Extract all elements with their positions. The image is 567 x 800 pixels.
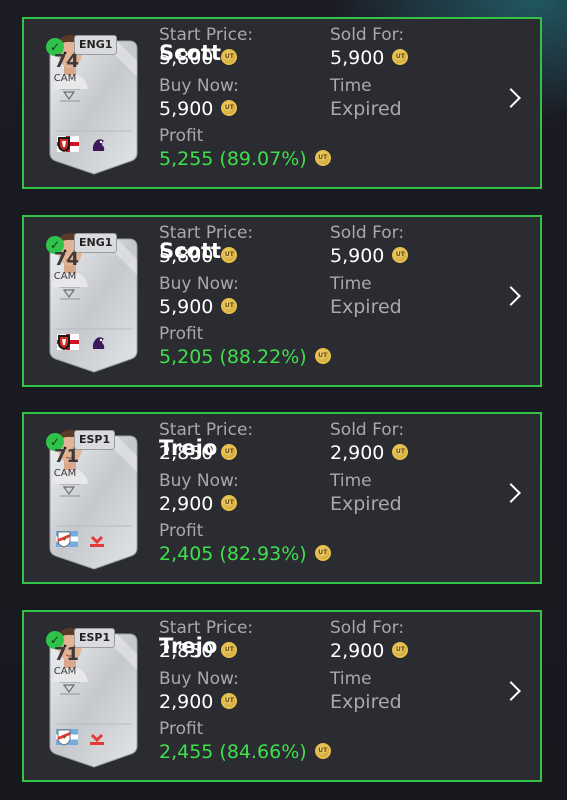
premier-league-icon xyxy=(90,136,108,152)
transfer-row[interactable]: ✓ ENG1 74 CAM Scott Start Price: 5,800 U… xyxy=(22,17,542,189)
coin-icon: UT xyxy=(314,742,331,759)
profit-label: Profit xyxy=(159,126,204,146)
chevron-right-icon[interactable] xyxy=(501,681,521,701)
coin-icon: UT xyxy=(221,99,238,116)
coin-icon: UT xyxy=(392,641,409,658)
player-position: CAM xyxy=(53,73,77,84)
rayo-vallecano-badge xyxy=(57,530,132,548)
player-name: Trejo xyxy=(159,436,218,460)
player-position: CAM xyxy=(53,468,77,479)
transfer-row[interactable]: ✓ ENG1 74 CAM Scott Start Price: 5,800 U… xyxy=(22,215,542,387)
league-badge: ENG1 xyxy=(74,233,118,253)
chevron-right-icon[interactable] xyxy=(501,88,521,108)
buy-now-label: Buy Now: xyxy=(159,471,239,491)
profit-value: 2,455 (84.66%) UT xyxy=(159,741,331,763)
profit-label: Profit xyxy=(159,324,204,344)
coin-icon: UT xyxy=(221,48,238,65)
player-card: ✓ ENG1 74 CAM xyxy=(46,31,141,176)
buy-now-label: Buy Now: xyxy=(159,669,239,689)
profit-label: Profit xyxy=(159,719,204,739)
transfer-row[interactable]: ✓ ESP1 71 CAM Trejo Start Price: 2,850 U… xyxy=(22,610,542,782)
player-card: ✓ ESP1 71 CAM xyxy=(46,624,141,769)
coin-icon: UT xyxy=(221,494,238,511)
player-rating: 74 xyxy=(54,249,80,270)
sold-for-value: 2,900 UT xyxy=(330,640,409,662)
coin-icon: UT xyxy=(392,443,409,460)
player-name: Trejo xyxy=(159,634,218,658)
rayo-vallecano-badge xyxy=(57,728,132,746)
bournemouth-badge xyxy=(58,333,134,351)
coin-icon: UT xyxy=(221,246,238,263)
player-position: CAM xyxy=(53,666,77,677)
coin-icon: UT xyxy=(314,149,331,166)
buy-now-value: 5,900 UT xyxy=(159,296,238,318)
player-name: Scott xyxy=(159,41,222,65)
player-name: Scott xyxy=(159,239,222,263)
time-label: Time xyxy=(330,669,372,689)
sold-for-label: Sold For: xyxy=(330,618,405,638)
coin-icon: UT xyxy=(221,297,238,314)
coin-icon: UT xyxy=(221,641,238,658)
coin-icon: UT xyxy=(314,544,331,561)
sold-for-value: 5,900 UT xyxy=(330,245,409,267)
league-badge: ESP1 xyxy=(74,430,116,450)
coin-icon: UT xyxy=(392,48,409,65)
buy-now-label: Buy Now: xyxy=(159,274,239,294)
sold-for-value: 2,900 UT xyxy=(330,442,409,464)
player-rating: 71 xyxy=(54,644,80,665)
chevron-right-icon[interactable] xyxy=(501,286,521,306)
premier-league-icon xyxy=(90,334,108,350)
buy-now-value: 5,900 UT xyxy=(159,98,238,120)
sold-for-label: Sold For: xyxy=(330,223,405,243)
coin-icon: UT xyxy=(221,443,238,460)
laliga-icon xyxy=(88,729,106,745)
profit-value: 5,255 (89.07%) UT xyxy=(159,148,331,170)
sold-for-label: Sold For: xyxy=(330,25,405,45)
time-value: Expired xyxy=(330,296,402,318)
league-badge: ESP1 xyxy=(74,628,116,648)
coin-icon: UT xyxy=(221,692,238,709)
transfer-row[interactable]: ✓ ESP1 71 CAM Trejo Start Price: 2,850 U… xyxy=(22,412,542,584)
bournemouth-badge xyxy=(58,135,134,153)
player-position: CAM xyxy=(53,271,77,282)
buy-now-label: Buy Now: xyxy=(159,76,239,96)
player-rating: 71 xyxy=(54,446,80,467)
profit-value: 5,205 (88.22%) UT xyxy=(159,346,331,368)
time-label: Time xyxy=(330,471,372,491)
sold-for-label: Sold For: xyxy=(330,420,405,440)
laliga-icon xyxy=(88,531,106,547)
time-label: Time xyxy=(330,274,372,294)
league-badge: ENG1 xyxy=(74,35,118,55)
time-value: Expired xyxy=(330,691,402,713)
coin-icon: UT xyxy=(314,347,331,364)
chevron-right-icon[interactable] xyxy=(501,483,521,503)
time-label: Time xyxy=(330,76,372,96)
time-value: Expired xyxy=(330,493,402,515)
profit-label: Profit xyxy=(159,521,204,541)
sold-for-value: 5,900 UT xyxy=(330,47,409,69)
time-value: Expired xyxy=(330,98,402,120)
player-card: ✓ ENG1 74 CAM xyxy=(46,229,141,374)
buy-now-value: 2,900 UT xyxy=(159,493,238,515)
player-rating: 74 xyxy=(54,51,80,72)
profit-value: 2,405 (82.93%) UT xyxy=(159,543,331,565)
buy-now-value: 2,900 UT xyxy=(159,691,238,713)
player-card: ✓ ESP1 71 CAM xyxy=(46,426,141,571)
coin-icon: UT xyxy=(392,246,409,263)
